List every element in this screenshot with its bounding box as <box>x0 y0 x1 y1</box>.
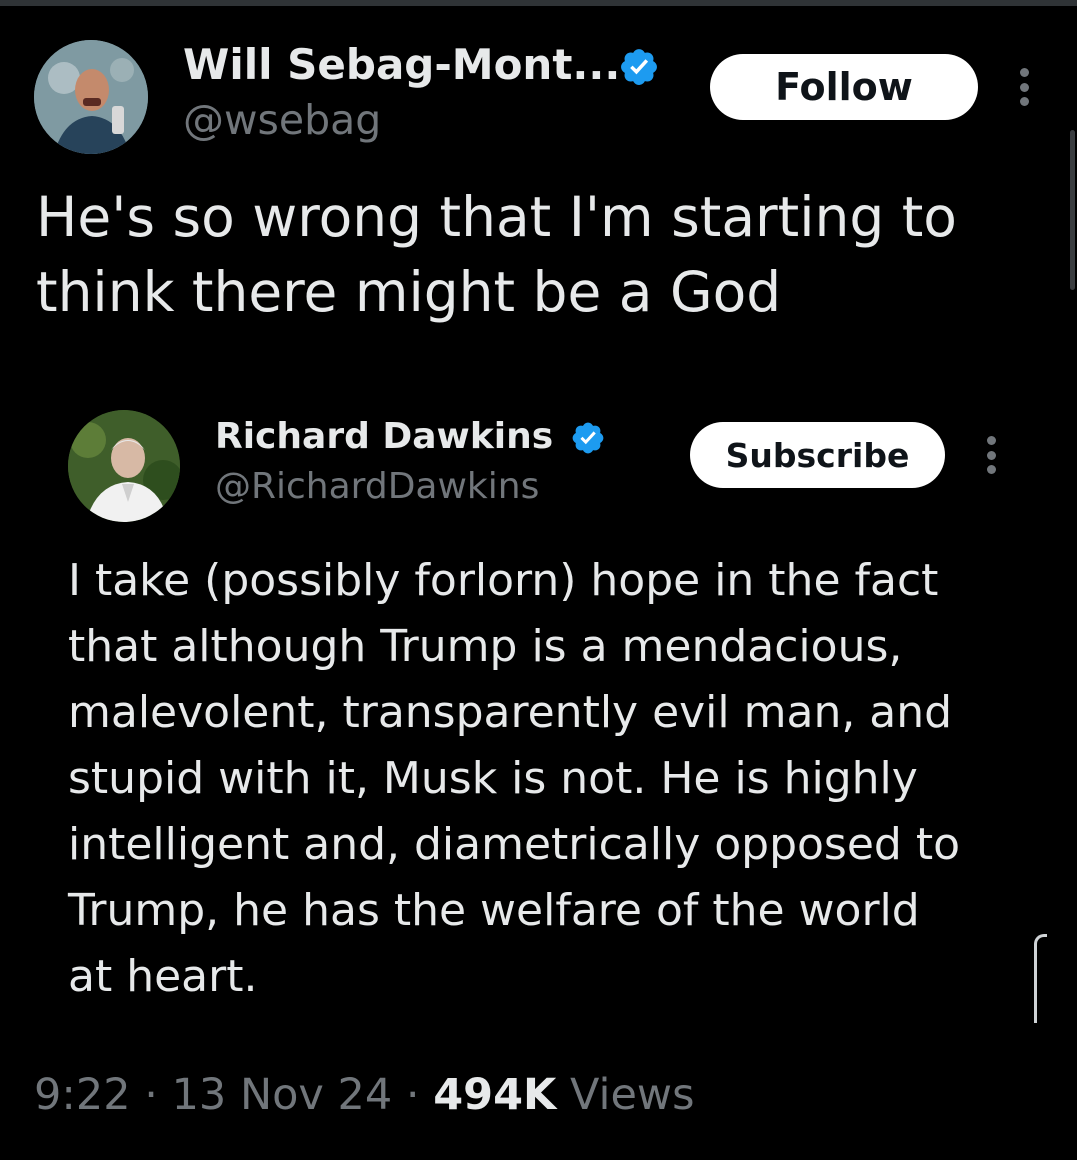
avatar-photo <box>68 410 180 522</box>
scrollbar[interactable] <box>1070 130 1075 290</box>
subscribe-button[interactable]: Subscribe <box>690 422 945 488</box>
tweet-text: He's so wrong that I'm starting to think… <box>36 185 957 324</box>
tweet-meta: 9:22 · 13 Nov 24 · 494K Views <box>34 1070 694 1120</box>
dot <box>1019 97 1029 106</box>
dot <box>986 465 996 474</box>
verified-badge-icon <box>572 422 604 454</box>
verified-badge-icon <box>621 49 657 85</box>
quoted-tweet-line: Trump, he has the welfare of the world <box>68 885 920 936</box>
dot <box>1019 82 1029 92</box>
quoted-author-avatar[interactable] <box>68 410 180 522</box>
quoted-author-display-name[interactable]: Richard Dawkins <box>215 416 553 457</box>
quoted-tweet-line: I take (possibly forlorn) hope in the fa… <box>68 555 939 606</box>
quoted-author-handle[interactable]: @RichardDawkins <box>215 466 539 507</box>
views-count: 494K <box>433 1070 557 1120</box>
top-divider <box>0 0 1077 6</box>
author-avatar[interactable] <box>34 40 148 154</box>
quoted-tweet-line: stupid with it, Musk is not. He is highl… <box>68 753 918 804</box>
quoted-tweet-line: malevolent, transparently evil man, and <box>68 687 953 738</box>
quoted-tweet-line: intelligent and, diametrically opposed t… <box>68 819 961 870</box>
views-label-spacer <box>556 1070 570 1120</box>
quoted-tweet-text: I take (possibly forlorn) hope in the fa… <box>68 548 1028 1010</box>
author-handle[interactable]: @wsebag <box>183 96 381 144</box>
views-label: Views <box>570 1070 695 1120</box>
quoted-tweet-line: that although Trump is a mendacious, <box>68 621 903 672</box>
more-options-icon[interactable] <box>985 436 997 474</box>
timestamp[interactable]: 9:22 · 13 Nov 24 · <box>34 1070 433 1120</box>
follow-button[interactable]: Follow <box>710 54 978 120</box>
avatar-photo <box>34 40 148 154</box>
dot <box>1019 68 1029 77</box>
dot <box>986 450 996 460</box>
dot <box>986 436 996 445</box>
author-display-name[interactable]: Will Sebag-Mont... <box>183 40 620 89</box>
quoted-tweet-line: at heart. <box>68 951 258 1002</box>
more-options-icon[interactable] <box>1018 68 1030 106</box>
edge-mark <box>1034 934 1047 1023</box>
